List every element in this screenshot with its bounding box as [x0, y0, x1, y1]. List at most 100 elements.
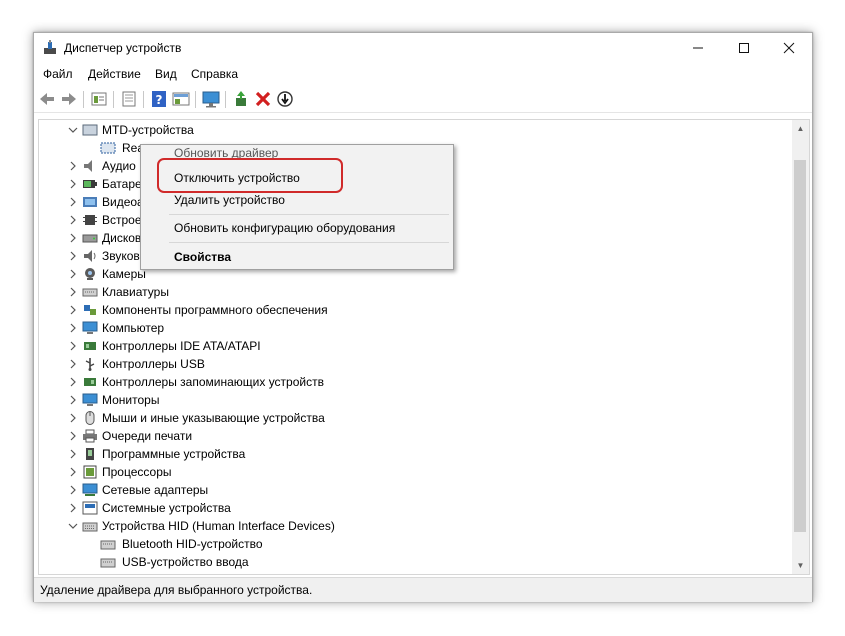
tree-item-label: Мыши и иные указывающие устройства — [102, 411, 325, 425]
hid-device-icon — [100, 540, 116, 550]
scroll-down-icon[interactable]: ▼ — [792, 557, 809, 574]
computer-icon — [82, 321, 98, 334]
tree-item-label: Аудио — [102, 159, 136, 173]
close-button[interactable] — [766, 33, 812, 63]
chevron-right-icon[interactable] — [67, 373, 79, 391]
keyboard-icon — [82, 288, 98, 297]
chevron-right-icon[interactable] — [67, 247, 79, 265]
menu-uninstall-device[interactable]: Удалить устройство — [174, 190, 285, 210]
device-manager-window: Диспетчер устройств Файл Действие Вид Сп… — [33, 32, 813, 602]
menu-separator — [169, 214, 449, 215]
menu-scan-hardware[interactable]: Обновить конфигурацию оборудования — [174, 218, 395, 238]
highlight-annotation — [157, 158, 343, 193]
storage-controller-icon — [84, 378, 96, 386]
maximize-button[interactable] — [721, 33, 767, 63]
chevron-right-icon[interactable] — [67, 157, 79, 175]
vertical-scrollbar[interactable]: ▲ ▼ — [792, 120, 809, 574]
chevron-right-icon[interactable] — [67, 337, 79, 355]
menu-file[interactable]: Файл — [43, 67, 73, 81]
chevron-down-icon[interactable] — [67, 121, 79, 139]
menu-help[interactable]: Справка — [191, 67, 238, 81]
toolbar-separator — [113, 91, 114, 108]
tree-item-label: Устройства HID (Human Interface Devices) — [102, 519, 335, 533]
forward-icon[interactable] — [59, 89, 79, 109]
status-bar: Удаление драйвера для выбранного устройс… — [34, 577, 812, 602]
tree-item-label: Программные устройства — [102, 447, 246, 461]
tree-item-label: Батаре — [102, 177, 142, 191]
show-hide-icon[interactable] — [119, 89, 139, 109]
chevron-right-icon[interactable] — [67, 175, 79, 193]
mtd-icon — [82, 124, 98, 136]
usb-icon — [85, 358, 95, 371]
tree-item-label: Компьютер — [102, 321, 165, 335]
tree-item-label: Видеоа — [102, 195, 144, 209]
help-icon[interactable]: ? — [149, 89, 169, 109]
chevron-right-icon[interactable] — [67, 265, 79, 283]
update-driver-icon[interactable] — [231, 89, 251, 109]
display-adapter-icon — [83, 197, 97, 207]
scrollbar-thumb[interactable] — [794, 160, 806, 532]
chevron-right-icon[interactable] — [67, 409, 79, 427]
tree-item-label: USB-устройство ввода — [122, 555, 249, 569]
chevron-right-icon[interactable] — [67, 193, 79, 211]
printer-icon — [83, 429, 97, 443]
tree-item-label: Процессоры — [102, 465, 172, 479]
chevron-right-icon[interactable] — [67, 445, 79, 463]
tree-item-label: Встрое — [102, 213, 142, 227]
toolbar: ? — [34, 86, 812, 113]
maximize-icon — [739, 43, 749, 53]
speaker-icon — [84, 160, 92, 172]
svg-text:?: ? — [156, 93, 163, 107]
battery-icon — [83, 180, 97, 188]
show-view-icon[interactable] — [171, 89, 191, 109]
tree-item-label: Контроллеры IDE ATA/ATAPI — [102, 339, 261, 353]
close-icon — [783, 42, 795, 54]
chevron-right-icon[interactable] — [67, 355, 79, 373]
properties-icon[interactable] — [89, 89, 109, 109]
tree-item-label: Bluetooth HID-устройство — [122, 537, 263, 551]
tree-item-label: Контроллеры USB — [102, 357, 205, 371]
chip-icon — [83, 215, 97, 225]
chevron-down-icon[interactable] — [67, 517, 79, 535]
chevron-right-icon[interactable] — [67, 391, 79, 409]
toolbar-separator — [83, 91, 84, 108]
sound-icon — [84, 250, 96, 262]
uninstall-icon[interactable] — [253, 89, 273, 109]
tree-item-label: Дисков — [102, 231, 142, 245]
chevron-right-icon[interactable] — [67, 481, 79, 499]
chevron-right-icon[interactable] — [67, 427, 79, 445]
chevron-right-icon[interactable] — [67, 211, 79, 229]
camera-icon — [85, 268, 95, 280]
mtd-device-icon — [100, 142, 116, 154]
system-device-icon — [82, 501, 98, 515]
chevron-right-icon[interactable] — [67, 319, 79, 337]
chevron-right-icon[interactable] — [67, 463, 79, 481]
scroll-up-icon[interactable]: ▲ — [792, 120, 809, 137]
monitor-icon[interactable] — [201, 89, 221, 109]
chevron-right-icon[interactable] — [67, 229, 79, 247]
chevron-right-icon[interactable] — [67, 301, 79, 319]
mouse-icon — [85, 411, 95, 425]
window-title: Диспетчер устройств — [64, 41, 182, 55]
chevron-right-icon[interactable] — [67, 283, 79, 301]
disk-icon — [82, 234, 98, 243]
toolbar-separator — [225, 91, 226, 108]
tree-item-label: Очереди печати — [102, 429, 193, 443]
software-component-icon — [84, 305, 96, 315]
title-bar: Диспетчер устройств — [34, 33, 812, 63]
menu-bar: Файл Действие Вид Справка — [34, 64, 812, 84]
minimize-button[interactable] — [675, 33, 721, 63]
menu-view[interactable]: Вид — [155, 67, 177, 81]
enable-icon[interactable] — [275, 89, 295, 109]
hid-device-icon — [100, 558, 116, 568]
tree-item-label: Компоненты программного обеспечения — [102, 303, 328, 317]
chevron-right-icon[interactable] — [67, 499, 79, 517]
menu-properties[interactable]: Свойства — [174, 247, 231, 267]
tree-item-label: Контроллеры запоминающих устройств — [102, 375, 324, 389]
ide-controller-icon — [84, 342, 96, 350]
tree-item-label: MTD-устройства — [102, 123, 194, 137]
device-manager-icon — [44, 40, 56, 54]
back-icon[interactable] — [37, 89, 57, 109]
menu-action[interactable]: Действие — [88, 67, 141, 81]
tree-item-label: Системные устройства — [102, 501, 231, 515]
